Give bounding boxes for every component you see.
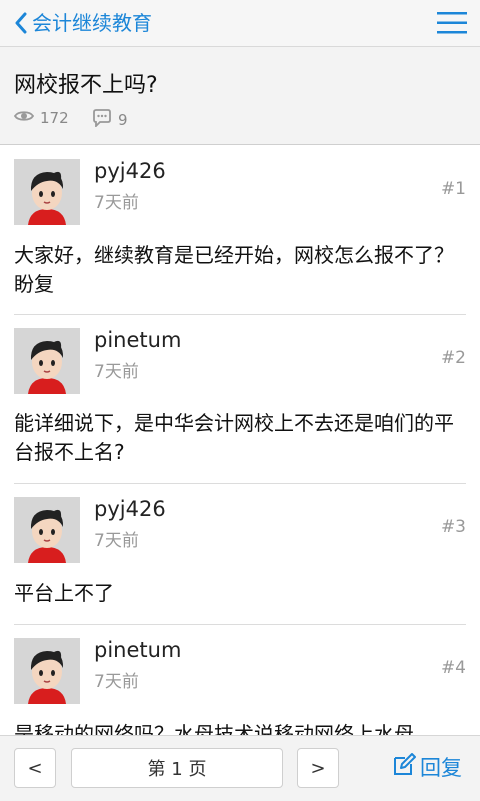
post-author[interactable]: pyj426 bbox=[94, 497, 166, 521]
post-content: 平台上不了 bbox=[14, 581, 114, 605]
reply-label: 回复 bbox=[420, 756, 462, 780]
top-nav-bar: 会计继续教育 bbox=[0, 0, 480, 47]
post-time: 7天前 bbox=[94, 672, 139, 692]
post-floor: #4 bbox=[440, 658, 466, 678]
back-label: 会计继续教育 bbox=[32, 11, 152, 35]
post-time: 7天前 bbox=[94, 531, 139, 551]
post-time: 7天前 bbox=[94, 193, 139, 213]
post-content: 大家好，继续教育是已经开始，网校怎么报不了？盼复 bbox=[14, 243, 454, 296]
post-list: pyj426 7天前 #1 大家好，继续教育是已经开始，网校怎么报不了？盼复 p… bbox=[0, 145, 480, 735]
thread-header: 网校报不上吗? 172 9 bbox=[0, 47, 480, 145]
post-divider bbox=[14, 624, 466, 625]
post-divider bbox=[14, 483, 466, 484]
bottom-toolbar: < 第 1 页 > 回复 bbox=[0, 735, 480, 801]
chevron-left-icon bbox=[14, 12, 28, 34]
back-button[interactable]: 会计继续教育 bbox=[14, 8, 152, 38]
post-floor: #1 bbox=[440, 179, 466, 199]
prev-page-button[interactable]: < bbox=[14, 748, 56, 788]
post-time: 7天前 bbox=[94, 362, 139, 382]
avatar[interactable] bbox=[14, 328, 80, 394]
comment-icon bbox=[92, 109, 118, 131]
view-count-value: 172 bbox=[40, 109, 69, 127]
post-floor: #2 bbox=[440, 348, 466, 368]
post-author[interactable]: pinetum bbox=[94, 328, 181, 352]
post-divider bbox=[14, 314, 466, 315]
hamburger-menu-icon bbox=[436, 12, 468, 42]
avatar[interactable] bbox=[14, 638, 80, 704]
post-author[interactable]: pinetum bbox=[94, 638, 181, 662]
avatar[interactable] bbox=[14, 159, 80, 225]
menu-button[interactable] bbox=[436, 8, 468, 38]
post-content: 能详细说下，是中华会计网校上不去还是咱们的平台报不上名? bbox=[14, 411, 454, 464]
view-count: 172 bbox=[13, 109, 69, 127]
post-floor: #3 bbox=[440, 517, 466, 537]
reply-count-value: 9 bbox=[118, 111, 128, 129]
thread-title: 网校报不上吗? bbox=[14, 73, 158, 98]
next-page-button[interactable]: > bbox=[297, 748, 339, 788]
eye-icon bbox=[13, 109, 40, 127]
reply-count: 9 bbox=[92, 109, 128, 131]
edit-icon bbox=[392, 752, 416, 782]
page-selector[interactable]: 第 1 页 bbox=[71, 748, 283, 788]
reply-button[interactable]: 回复 bbox=[388, 752, 462, 782]
post-author[interactable]: pyj426 bbox=[94, 159, 166, 183]
avatar[interactable] bbox=[14, 497, 80, 563]
post-content: 是移动的网络吗？水母技术说移动网络上水母 bbox=[14, 722, 414, 735]
